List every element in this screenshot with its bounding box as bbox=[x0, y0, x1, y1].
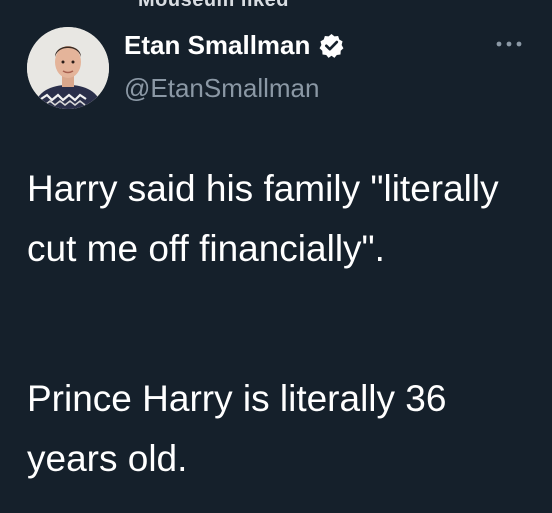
author-handle[interactable]: @EtanSmallman bbox=[124, 73, 319, 103]
avatar[interactable] bbox=[27, 27, 109, 109]
tweet-text-paragraph: Prince Harry is literally 36 years old. bbox=[27, 378, 447, 479]
author-display-name[interactable]: Etan Smallman bbox=[124, 30, 310, 60]
more-options-icon[interactable] bbox=[494, 36, 524, 52]
author-name-row[interactable]: Etan Smallman bbox=[124, 30, 345, 60]
tweet-text-paragraph: Harry said his family "literally cut me … bbox=[27, 168, 499, 269]
retweet-context-label: Mouseum liked bbox=[138, 0, 289, 11]
profile-photo-icon bbox=[27, 27, 109, 109]
verified-badge-icon bbox=[319, 33, 344, 58]
